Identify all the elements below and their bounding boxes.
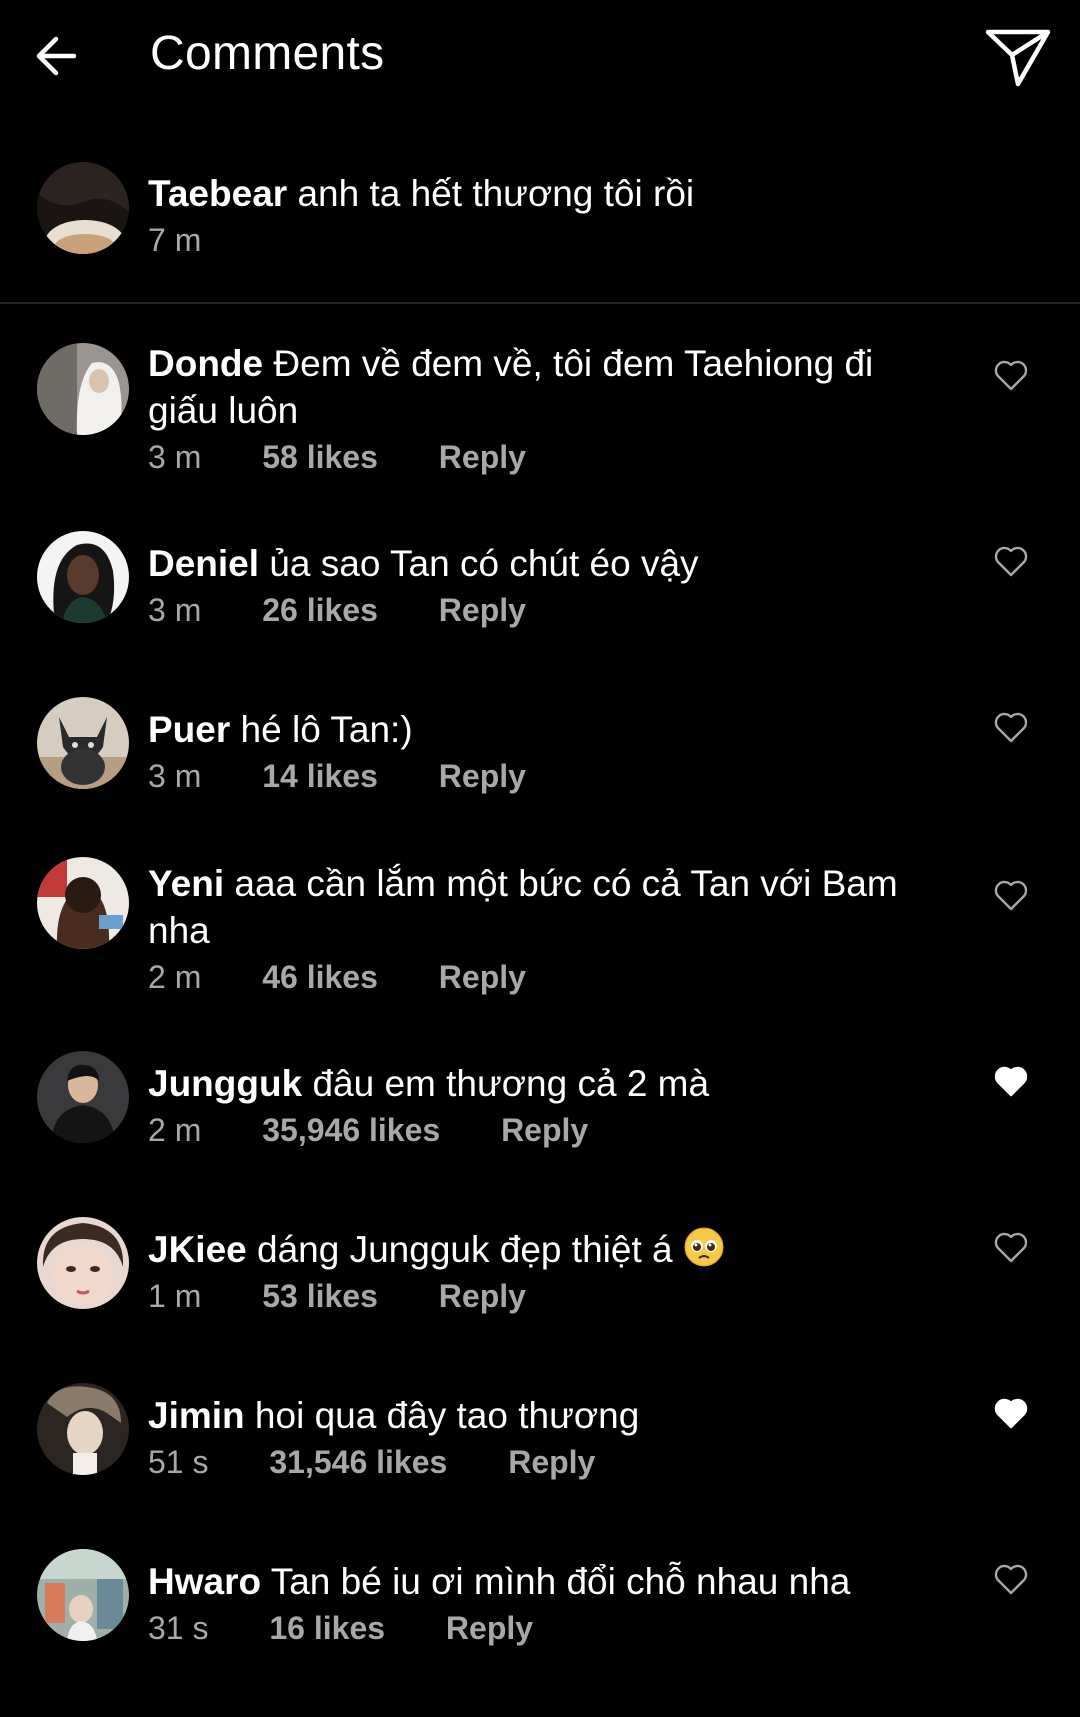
comment-meta: 31 s 16 likes Reply [148,1610,533,1650]
heart-outline-icon [994,880,1028,911]
avatar[interactable] [37,1549,129,1641]
timestamp: 3 m [148,758,202,794]
timestamp: 2 m [148,1112,202,1148]
avatar[interactable] [37,343,129,435]
heart-outline-icon [994,1564,1028,1595]
like-button[interactable] [994,712,1028,744]
likes-count[interactable]: 14 likes [262,758,378,795]
comment-text: dáng Jungguk đẹp thiệt á [257,1229,673,1270]
comment-body: Hwaro Tan bé iu ơi mình đổi chỗ nhau nha [148,1558,928,1605]
reply-button[interactable]: Reply [501,1112,588,1149]
comment-body: Yeni aaa cần lắm một bức có cả Tan với B… [148,860,928,954]
heart-outline-icon [994,712,1028,743]
comment-text: ủa sao Tan có chút éo vậy [269,543,699,584]
comment-meta: 3 m 14 likes Reply [148,758,526,798]
heart-filled-icon [994,1066,1028,1097]
reply-button[interactable]: Reply [439,1278,526,1315]
timestamp: 31 s [148,1610,209,1646]
reply-button[interactable]: Reply [446,1610,533,1647]
pleading-face-icon [684,1227,724,1267]
comment-body: Jimin hoi qua đây tao thương [148,1392,928,1439]
paper-plane-icon [985,29,1051,87]
arrow-left-icon [36,36,77,76]
caption-text: Taebear anh ta hết thương tôi rồi [148,170,928,217]
username[interactable]: Yeni [148,863,224,904]
heart-filled-icon [994,1398,1028,1429]
timestamp: 1 m [148,1278,202,1314]
comment-body: Jungguk đâu em thương cả 2 mà [148,1060,928,1107]
username[interactable]: Taebear [148,173,287,214]
caption-meta: 7 m [148,222,201,262]
like-button[interactable] [994,546,1028,578]
avatar[interactable] [37,1383,129,1475]
heart-outline-icon [994,1232,1028,1263]
timestamp: 2 m [148,959,202,995]
timestamp: 7 m [148,222,202,258]
reply-button[interactable]: Reply [439,439,526,476]
heart-outline-icon [994,546,1028,577]
comment-text: Tan bé iu ơi mình đổi chỗ nhau nha [270,1561,851,1602]
like-button[interactable] [994,1232,1028,1264]
comment-body: Puer hé lô Tan:) [148,706,928,753]
comment-body: Donde Đem về đem về, tôi đem Taehiong đi… [148,340,928,434]
timestamp: 51 s [148,1444,209,1480]
likes-count[interactable]: 16 likes [269,1610,385,1647]
likes-count[interactable]: 26 likes [262,592,378,629]
comment-text: hé lô Tan:) [240,709,413,750]
username[interactable]: JKiee [148,1229,247,1270]
reply-button[interactable]: Reply [439,592,526,629]
caption: Taebear anh ta hết thương tôi rồi 7 m [0,150,1080,300]
comment-text: aaa cần lắm một bức có cả Tan với Bam nh… [148,863,898,951]
share-button[interactable] [982,24,1054,92]
timestamp: 3 m [148,592,202,628]
comment-meta: 3 m 26 likes Reply [148,592,526,632]
heart-outline-icon [994,360,1028,391]
likes-count[interactable]: 58 likes [262,439,378,476]
likes-count[interactable]: 31,546 likes [269,1444,447,1481]
username[interactable]: Jungguk [148,1063,302,1104]
avatar[interactable] [37,857,129,949]
avatar[interactable] [37,162,129,254]
comment-meta: 2 m 46 likes Reply [148,959,526,999]
comment-text: đâu em thương cả 2 mà [312,1063,710,1104]
reply-button[interactable]: Reply [439,758,526,795]
like-button[interactable] [994,1564,1028,1596]
comment-meta: 2 m 35,946 likes Reply [148,1112,588,1152]
avatar[interactable] [37,1051,129,1143]
comment-body: Deniel ủa sao Tan có chút éo vậy [148,540,928,587]
comment-text: hoi qua đây tao thương [254,1395,640,1436]
back-button[interactable] [30,28,86,84]
like-button[interactable] [994,1398,1028,1430]
avatar[interactable] [37,697,129,789]
comment-text: anh ta hết thương tôi rồi [297,173,695,214]
likes-count[interactable]: 53 likes [262,1278,378,1315]
username[interactable]: Donde [148,343,263,384]
reply-button[interactable]: Reply [439,959,526,996]
divider [0,302,1080,304]
like-button[interactable] [994,360,1028,392]
header-bar: Comments [0,0,1080,115]
username[interactable]: Puer [148,709,230,750]
username[interactable]: Deniel [148,543,259,584]
comment-body: JKiee dáng Jungguk đẹp thiệt á [148,1226,928,1273]
likes-count[interactable]: 46 likes [262,959,378,996]
username[interactable]: Hwaro [148,1561,261,1602]
username[interactable]: Jimin [148,1395,245,1436]
timestamp: 3 m [148,439,202,475]
avatar[interactable] [37,531,129,623]
avatar[interactable] [37,1217,129,1309]
likes-count[interactable]: 35,946 likes [262,1112,440,1149]
comment-meta: 3 m 58 likes Reply [148,439,526,479]
like-button[interactable] [994,880,1028,912]
like-button[interactable] [994,1066,1028,1098]
reply-button[interactable]: Reply [508,1444,595,1481]
comment-meta: 1 m 53 likes Reply [148,1278,526,1318]
comment-meta: 51 s 31,546 likes Reply [148,1444,595,1484]
page-title: Comments [150,27,385,80]
